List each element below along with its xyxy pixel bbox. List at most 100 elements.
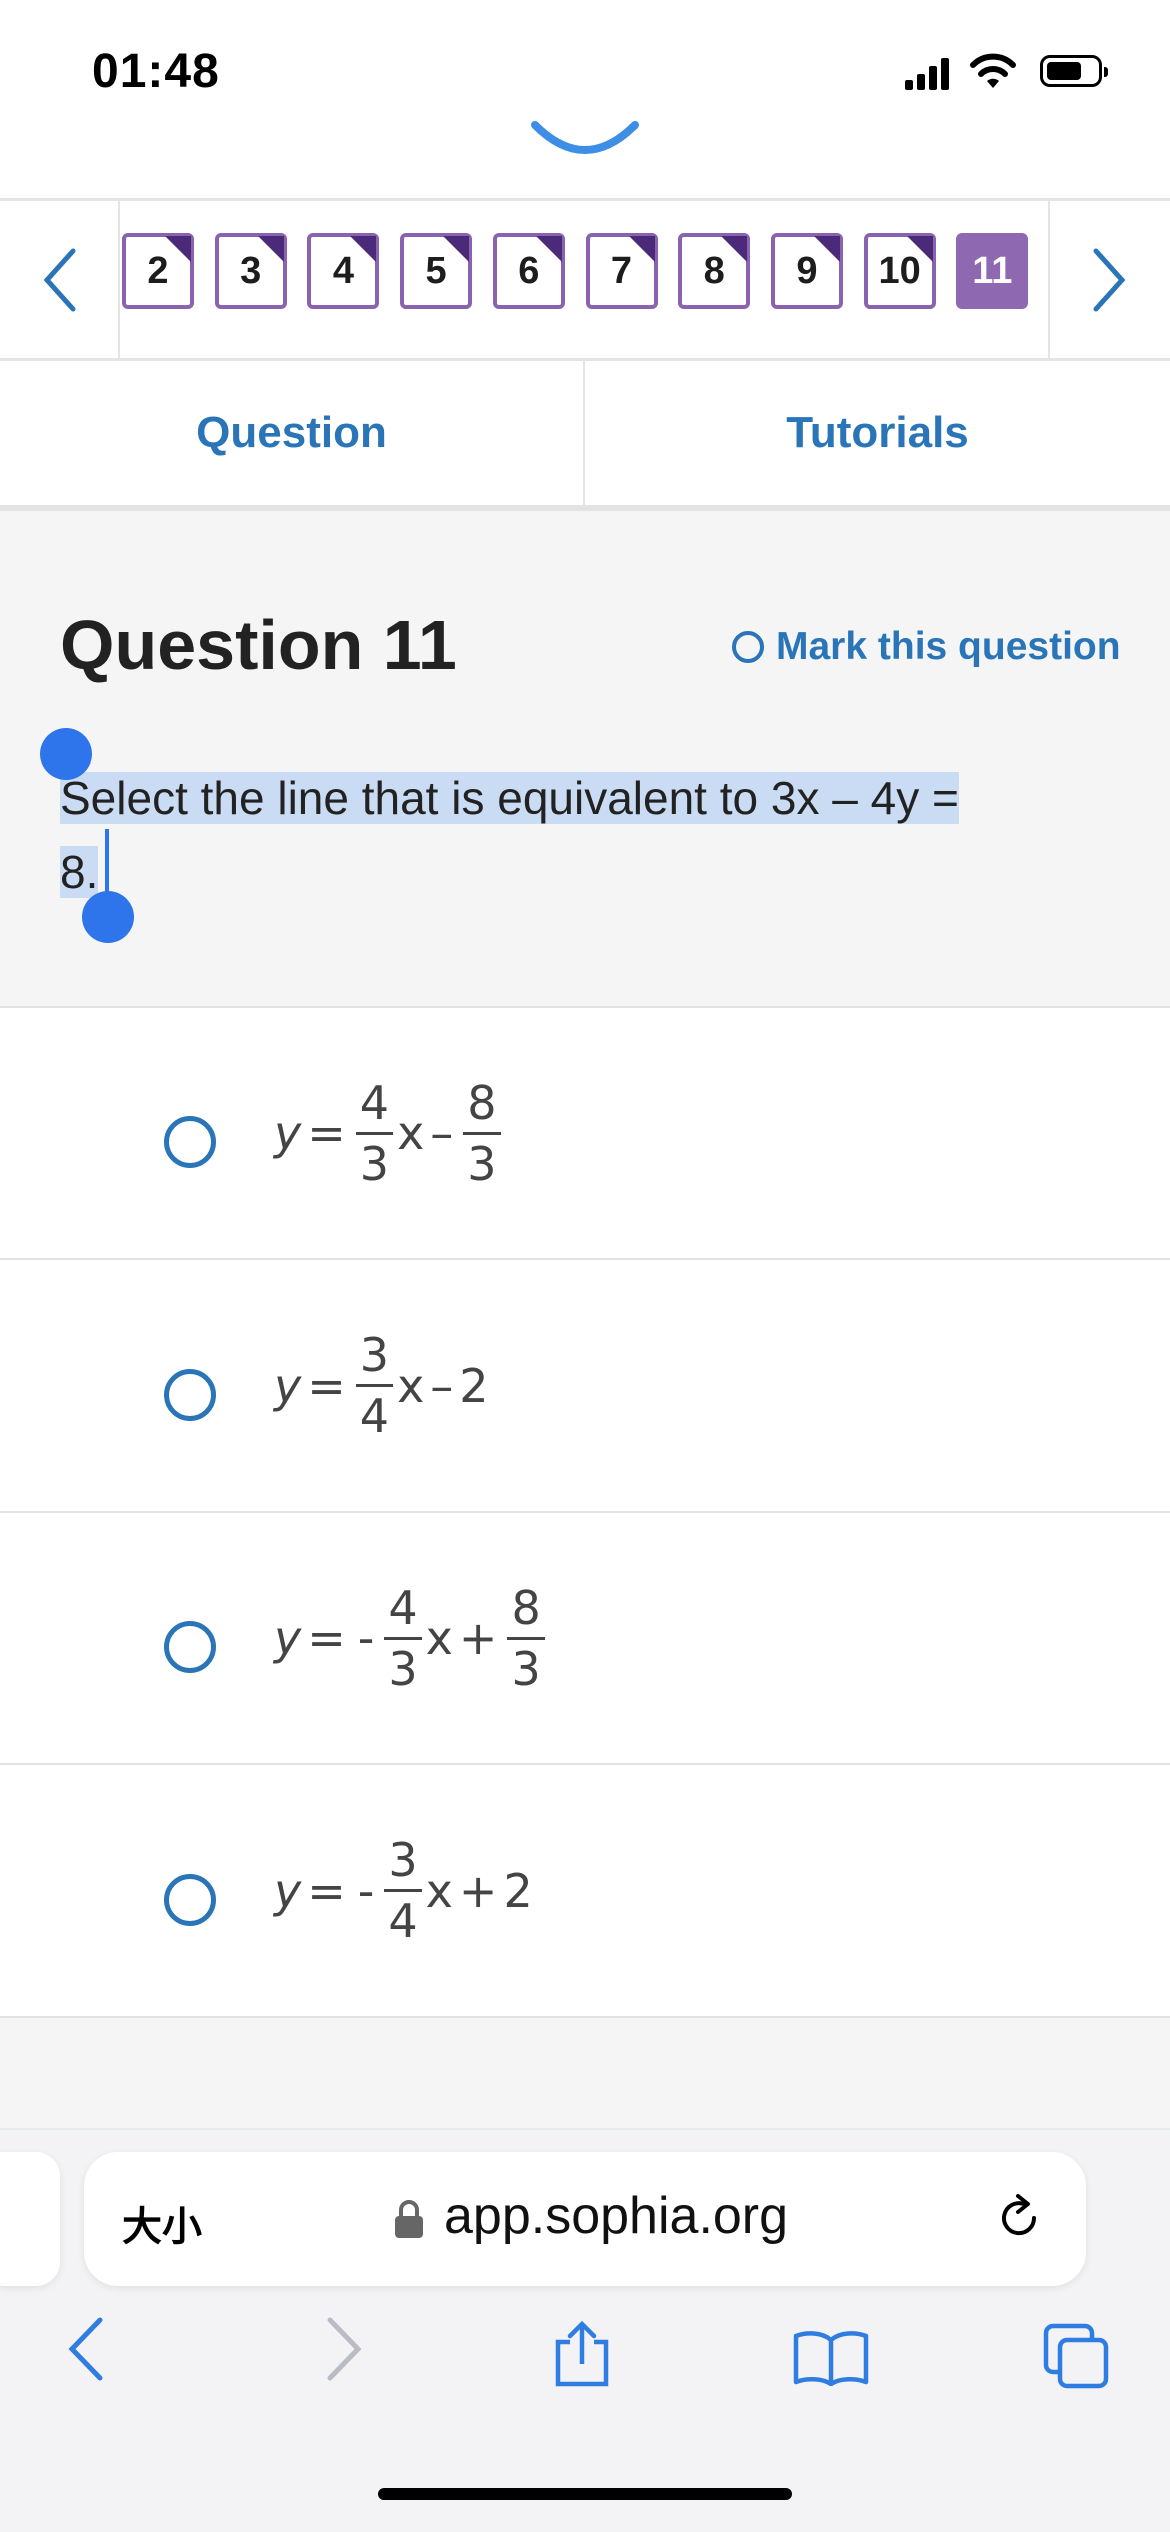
- lock-icon: [395, 2200, 423, 2238]
- answer-equation: y = 3 4 x –2: [274, 1311, 489, 1461]
- frac-num: 4: [384, 1585, 422, 1640]
- eq-sign: -: [357, 1611, 375, 1665]
- eq-lhs: y: [274, 1863, 302, 1918]
- question-nav-item-10[interactable]: 10: [863, 233, 936, 309]
- selection-end-handle[interactable]: [82, 891, 134, 943]
- next-question-button[interactable]: [1048, 201, 1170, 358]
- eq-constant: 2: [459, 1358, 489, 1413]
- text-size-button[interactable]: 大小: [122, 2194, 202, 2252]
- bookmarks-icon[interactable]: [792, 2328, 870, 2386]
- radio-button[interactable]: [164, 1621, 216, 1673]
- eq-operator: +: [458, 1611, 498, 1665]
- tabs-overview-icon[interactable]: [1042, 2322, 1112, 2392]
- answered-corner-icon: [350, 236, 377, 262]
- question-nav-item-9[interactable]: 9: [770, 233, 843, 309]
- eq-var: x: [425, 1611, 453, 1665]
- frac-num: 8: [507, 1585, 545, 1640]
- url-text: app.sophia.org: [444, 2187, 789, 2245]
- eq-constant: 83: [463, 1080, 501, 1191]
- eq-constant: 2: [503, 1863, 533, 1918]
- answered-corner-icon: [628, 236, 655, 262]
- share-icon[interactable]: [550, 2320, 614, 2388]
- home-indicator: [378, 2488, 792, 2500]
- tab-tutorials[interactable]: Tutorials: [585, 361, 1170, 505]
- eq-coefficient: 34: [384, 1837, 422, 1948]
- selection-start-handle[interactable]: [40, 728, 92, 780]
- frac-num: 3: [384, 1837, 422, 1892]
- eq-var: x: [397, 1358, 425, 1413]
- mark-question-button[interactable]: Mark this question: [732, 625, 1121, 669]
- eq-equals: =: [307, 1358, 346, 1413]
- eq-coefficient: 43: [384, 1585, 422, 1696]
- status-time: 01:48: [92, 45, 220, 98]
- radio-button[interactable]: [164, 1368, 216, 1421]
- question-prompt: Select the line that is equivalent to 3x…: [60, 761, 1110, 909]
- answer-equation: y = 4 3 x –8 3: [274, 1058, 505, 1208]
- eq-var: x: [397, 1106, 425, 1160]
- frac-den: 3: [388, 1641, 418, 1696]
- chevron-right-icon: [1093, 248, 1126, 311]
- eq-coefficient: 34: [355, 1332, 394, 1443]
- forward-icon[interactable]: [318, 2314, 368, 2384]
- frac-den: 3: [359, 1136, 390, 1191]
- question-nav-item-4[interactable]: 4: [307, 233, 380, 309]
- question-prompt-line2: 8.: [60, 846, 99, 898]
- answered-corner-icon: [535, 236, 562, 262]
- frac-num: 8: [463, 1080, 501, 1135]
- page-background: [0, 2018, 1170, 2128]
- answered-corner-icon: [165, 236, 191, 262]
- previous-question-button[interactable]: [0, 201, 120, 358]
- address-bar[interactable]: 大小 app.sophia.org: [84, 2152, 1086, 2286]
- eq-equals: =: [307, 1106, 346, 1160]
- eq-equals: =: [307, 1611, 346, 1665]
- question-nav-number: 11: [972, 249, 1013, 292]
- previous-tab-preview[interactable]: [0, 2152, 60, 2286]
- eq-operator: –: [430, 1358, 454, 1413]
- wifi-icon: [970, 53, 1016, 88]
- answer-equation: y = -3 4 x +2: [274, 1816, 533, 1966]
- eq-operator: –: [430, 1106, 454, 1160]
- reload-icon[interactable]: [994, 2192, 1044, 2244]
- answer-option-1[interactable]: y = 4 3 x –8 3: [0, 1008, 1170, 1260]
- frac-den: 4: [388, 1894, 418, 1948]
- radio-button[interactable]: [164, 1873, 216, 1926]
- question-header: Question 11 Mark this question Select th…: [0, 511, 1170, 1008]
- frac-den: 4: [359, 1389, 390, 1443]
- question-nav-item-6[interactable]: 6: [492, 233, 565, 309]
- eq-constant: 83: [507, 1585, 545, 1696]
- eq-operator: +: [458, 1863, 498, 1918]
- chevron-left-icon: [43, 248, 76, 311]
- mark-circle-icon: [732, 631, 764, 663]
- frac-num: 4: [355, 1080, 394, 1135]
- frac-den: 3: [511, 1641, 541, 1696]
- question-nav-item-7[interactable]: 7: [585, 233, 658, 309]
- eq-lhs: y: [274, 1358, 302, 1413]
- content-tabs: Question Tutorials: [0, 361, 1170, 511]
- question-prompt-line1: Select the line that is equivalent to 3x…: [60, 772, 959, 824]
- eq-lhs: y: [274, 1611, 302, 1665]
- answer-option-3[interactable]: y = -4 3 x +8 3: [0, 1513, 1170, 1765]
- question-nav-item-8[interactable]: 8: [678, 233, 751, 309]
- loading-spinner-icon: [531, 121, 639, 154]
- answered-corner-icon: [257, 236, 284, 262]
- frac-den: 3: [467, 1136, 497, 1191]
- eq-lhs: y: [274, 1106, 302, 1160]
- battery-icon: [1040, 55, 1108, 87]
- question-nav-item-11[interactable]: 11: [956, 233, 1029, 309]
- answered-corner-icon: [813, 236, 840, 262]
- cellular-signal-icon: [905, 58, 949, 90]
- answered-corner-icon: [443, 236, 470, 262]
- question-nav-item-2[interactable]: 2: [122, 233, 194, 309]
- radio-button[interactable]: [164, 1116, 216, 1168]
- answered-corner-icon: [721, 236, 748, 262]
- status-bar: 01:48: [0, 0, 1170, 140]
- question-nav-item-5[interactable]: 5: [400, 233, 473, 309]
- answer-option-4[interactable]: y = -3 4 x +2: [0, 1765, 1170, 2018]
- eq-equals: =: [307, 1863, 346, 1918]
- tab-question[interactable]: Question: [0, 361, 585, 505]
- back-icon[interactable]: [62, 2314, 112, 2384]
- answer-option-2[interactable]: y = 3 4 x –2: [0, 1260, 1170, 1513]
- question-nav-item-3[interactable]: 3: [214, 233, 287, 309]
- question-navigation: 2 3 4 5 6 7 8 9 10 11: [0, 198, 1170, 361]
- mark-question-label: Mark this question: [776, 625, 1121, 668]
